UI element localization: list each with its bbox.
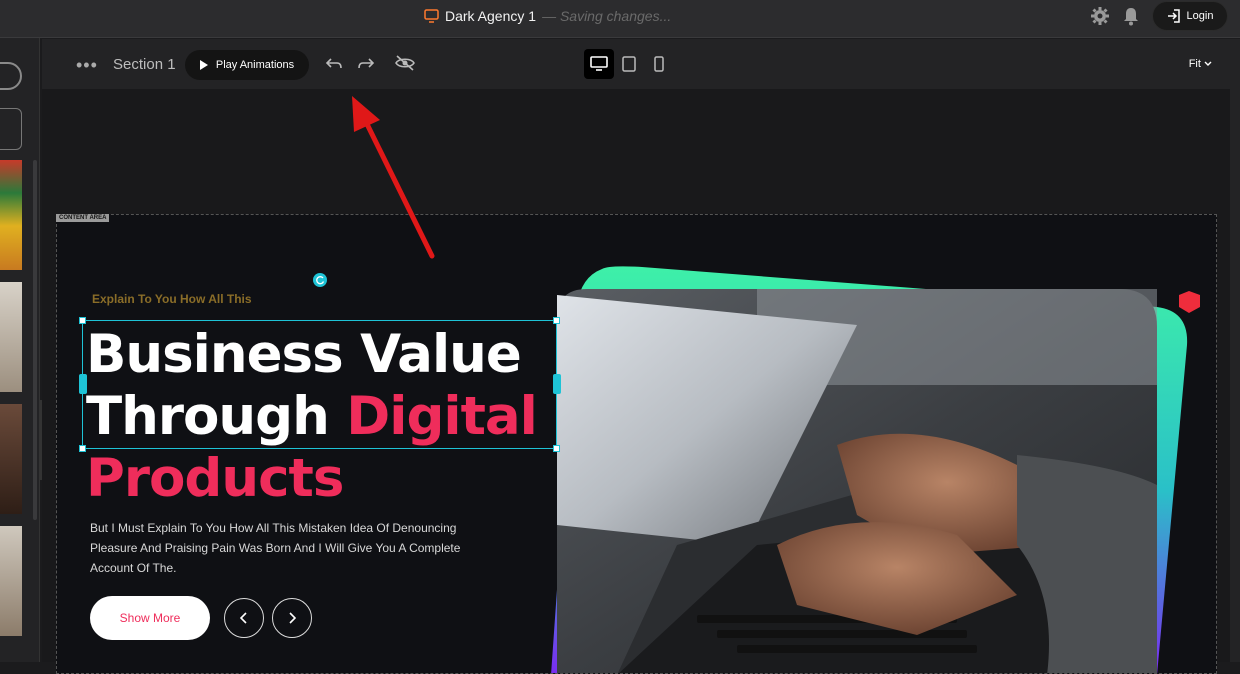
hero-description[interactable]: But I Must Explain To You How All This M… [90,518,490,578]
left-panel-pill-button[interactable] [0,62,22,90]
headline-line-3: Products [86,448,344,509]
redo-icon[interactable] [355,53,375,73]
right-panel-edge [1230,89,1240,662]
rotate-icon [316,275,325,285]
left-panel-input[interactable] [0,108,22,150]
resize-handle-top-right[interactable] [553,317,560,324]
chevron-left-icon [240,612,247,624]
more-options-icon[interactable]: ••• [76,55,98,76]
tablet-icon [622,56,636,72]
resize-handle-bottom-right[interactable] [553,445,560,452]
resize-handle-right[interactable] [553,374,561,394]
previous-slide-button[interactable] [224,598,264,638]
zoom-fit-dropdown[interactable]: Fit [1189,58,1212,70]
login-button[interactable]: Login [1152,1,1228,31]
left-panel [0,38,40,662]
play-animations-label: Play Animations [215,59,295,71]
tablet-view-button[interactable] [614,49,644,79]
play-animations-button[interactable]: Play Animations [185,50,309,80]
mobile-icon [654,56,664,72]
zoom-fit-label: Fit [1188,58,1201,70]
rotate-handle[interactable] [313,273,327,287]
login-icon [1167,9,1180,23]
bell-icon[interactable] [1122,6,1140,26]
next-slide-button[interactable] [272,598,312,638]
template-thumbnail[interactable] [0,160,22,270]
chevron-right-icon [289,612,296,624]
left-panel-scrollbar[interactable] [33,160,37,520]
content-area-tag: CONTENT AREA [56,214,110,222]
desktop-view-button[interactable] [584,49,614,79]
show-more-button[interactable]: Show More [90,596,210,640]
template-thumbnail[interactable] [0,404,22,514]
selection-box[interactable] [82,320,557,449]
hide-eye-icon[interactable] [394,53,416,73]
chevron-down-icon [1204,61,1212,66]
top-bar: Dark Agency 1 — Saving changes... Login [0,0,1240,38]
app-title: Dark Agency 1 [445,8,537,24]
template-thumbnail[interactable] [0,526,22,636]
section-name[interactable]: Section 1 [113,56,176,73]
editor-toolbar: ••• Section 1 Play Animations Fit [42,39,1240,89]
saving-status: — Saving changes... [542,8,672,24]
monitor-icon [424,9,439,23]
resize-handle-top-left[interactable] [79,317,86,324]
resize-handle-left[interactable] [79,374,87,394]
undo-icon[interactable] [325,53,345,73]
annotation-arrow [352,96,435,259]
mobile-view-button[interactable] [644,49,674,79]
document-title: Dark Agency 1 — Saving changes... [424,8,671,24]
desktop-icon [590,56,608,71]
play-icon [199,60,208,70]
gear-icon[interactable] [1090,6,1110,26]
hero-eyebrow[interactable]: Explain To You How All This [92,292,252,306]
template-thumbnail[interactable] [0,282,22,392]
resize-handle-bottom-left[interactable] [79,445,86,452]
login-label: Login [1186,10,1214,22]
